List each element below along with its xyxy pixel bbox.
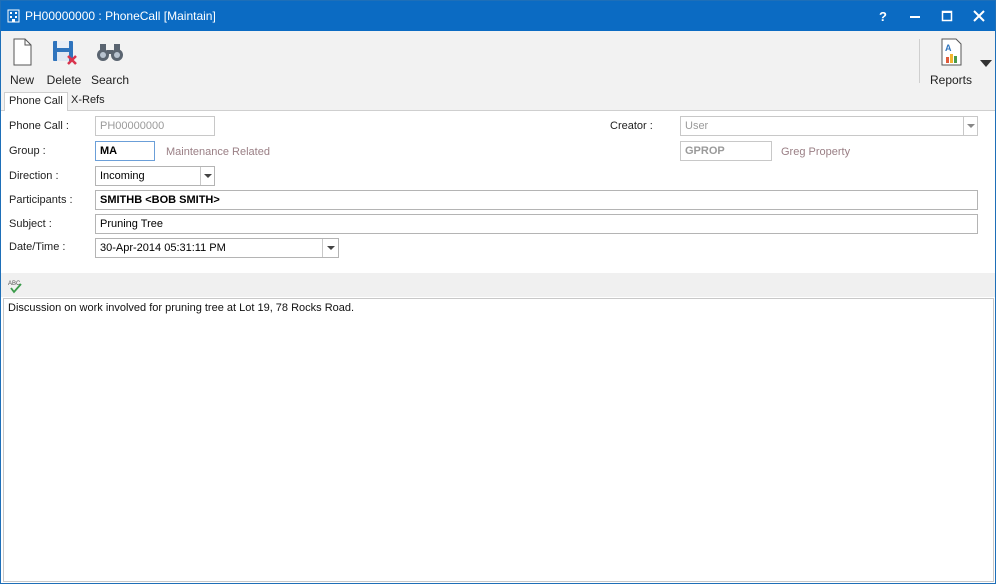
search-button[interactable]: Search xyxy=(89,31,131,91)
maximize-button[interactable] xyxy=(931,1,963,31)
datetime-dropdown-button[interactable] xyxy=(322,239,338,257)
group-label: Group : xyxy=(9,145,46,157)
minimize-button[interactable] xyxy=(899,1,931,31)
svg-text:A: A xyxy=(945,43,952,53)
new-button[interactable]: New xyxy=(5,31,39,91)
reports-button[interactable]: A Reports xyxy=(927,31,975,91)
close-icon xyxy=(973,10,985,22)
spellcheck-button[interactable]: ABC xyxy=(8,278,24,294)
datetime-label: Date/Time : xyxy=(9,241,66,253)
creator-code-field[interactable]: GPROP xyxy=(680,141,772,161)
creator-dropdown-button[interactable] xyxy=(963,117,977,135)
notes-textarea[interactable]: Discussion on work involved for pruning … xyxy=(3,298,994,582)
dropdown-arrow-icon xyxy=(980,60,992,67)
direction-select[interactable]: Incoming xyxy=(95,166,215,186)
help-button[interactable]: ? xyxy=(867,1,899,31)
datetime-picker[interactable]: 30-Apr-2014 05:31:11 PM xyxy=(95,238,339,258)
new-document-icon xyxy=(13,38,32,66)
reports-icon: A xyxy=(941,38,962,66)
maximize-icon xyxy=(941,10,953,22)
building-icon xyxy=(7,9,20,23)
group-description: Maintenance Related xyxy=(166,146,270,158)
notes-text: Discussion on work involved for pruning … xyxy=(8,302,355,314)
delete-button[interactable]: Delete xyxy=(45,31,83,91)
creator-label: Creator : xyxy=(610,120,653,132)
tab-x-refs[interactable]: X-Refs xyxy=(67,92,109,112)
toolbar-separator xyxy=(919,39,920,83)
phone-call-label: Phone Call : xyxy=(9,120,69,132)
phone-call-id-field[interactable]: PH00000000 xyxy=(95,116,215,136)
creator-select[interactable]: User xyxy=(680,116,978,136)
reports-label: Reports xyxy=(929,73,973,87)
phonecall-window: PH00000000 : PhoneCall [Maintain] ? New xyxy=(0,0,996,584)
participants-field[interactable]: SMITHB <BOB SMITH> xyxy=(95,190,978,210)
chevron-down-icon xyxy=(966,124,975,128)
delete-label: Delete xyxy=(46,73,82,87)
tab-phone-call[interactable]: Phone Call xyxy=(4,92,68,112)
creator-value: User xyxy=(685,120,709,132)
subject-field[interactable]: Pruning Tree xyxy=(95,214,978,234)
participants-label: Participants : xyxy=(9,194,73,206)
subject-label: Subject : xyxy=(9,218,52,230)
title-bar: PH00000000 : PhoneCall [Maintain] ? xyxy=(1,1,995,31)
toolbar: New Delete Search A Reports xyxy=(1,31,995,91)
spellcheck-icon: ABC xyxy=(8,281,22,294)
chevron-down-icon xyxy=(203,174,212,178)
new-label: New xyxy=(9,73,34,87)
direction-value: Incoming xyxy=(100,170,145,182)
phone-call-form: Phone Call : PH00000000 Group : MA Maint… xyxy=(1,111,995,273)
group-field[interactable]: MA xyxy=(95,141,155,161)
binoculars-icon xyxy=(97,44,123,61)
tab-strip: Phone Call X-Refs xyxy=(1,91,995,112)
minimize-icon xyxy=(910,16,920,18)
direction-label: Direction : xyxy=(9,170,59,182)
search-label: Search xyxy=(90,73,130,87)
chevron-down-icon xyxy=(326,246,335,250)
direction-dropdown-button[interactable] xyxy=(200,167,214,185)
close-button[interactable] xyxy=(963,1,995,31)
delete-save-icon xyxy=(53,41,77,65)
datetime-value: 30-Apr-2014 05:31:11 PM xyxy=(100,242,226,254)
toolbar-overflow-button[interactable] xyxy=(979,57,993,67)
window-title: PH00000000 : PhoneCall [Maintain] xyxy=(25,9,216,23)
notes-toolbar: ABC xyxy=(1,273,995,297)
creator-description: Greg Property xyxy=(781,146,851,158)
